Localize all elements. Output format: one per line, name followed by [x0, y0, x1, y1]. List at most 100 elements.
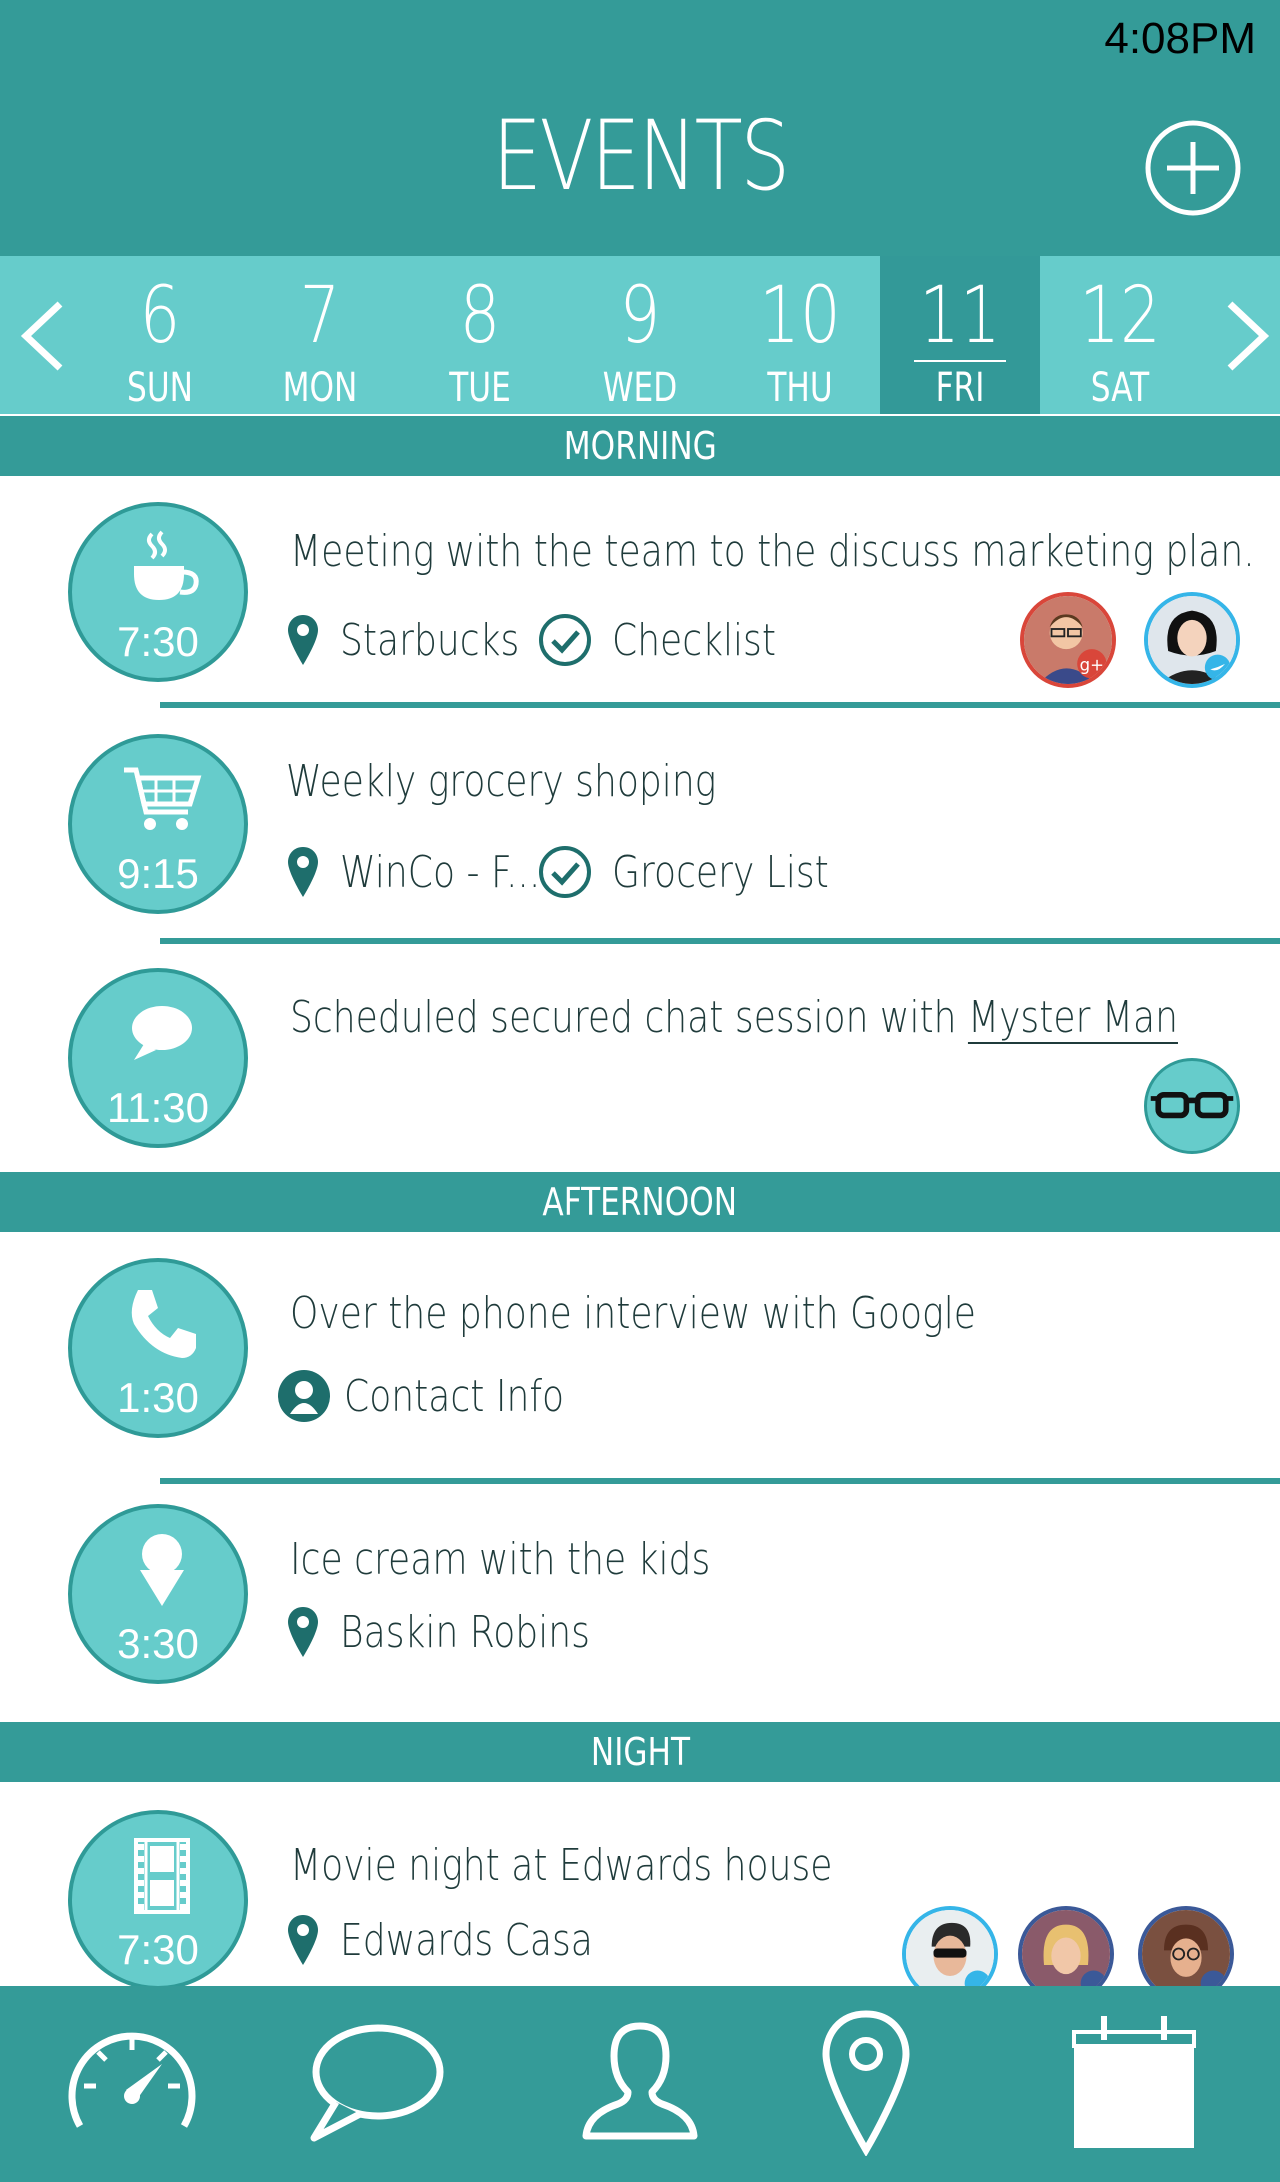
- day-number: 7: [299, 271, 341, 361]
- page-title: EVENTS: [492, 100, 790, 212]
- day-number: 11: [919, 271, 1001, 361]
- event-title: Over the phone interview with Google: [290, 1288, 976, 1339]
- event-row[interactable]: 11:30 Scheduled secured chat session wit…: [0, 942, 1280, 1172]
- event-checklist[interactable]: Grocery List: [538, 842, 876, 902]
- event-time: 7:30: [117, 618, 199, 665]
- map-pin-icon: [288, 615, 318, 665]
- shopping-cart-icon: [124, 767, 202, 830]
- tab-dashboard[interactable]: [52, 2006, 212, 2156]
- tab-contacts[interactable]: [560, 2006, 720, 2156]
- person-avatar-icon: [906, 1910, 994, 1986]
- event-time-badge: 9:15: [68, 734, 248, 914]
- day-number: 9: [619, 271, 661, 361]
- film-strip-icon: [134, 1838, 190, 1914]
- day-sun[interactable]: 6 SUN: [80, 256, 240, 414]
- map-pin-icon: [288, 1915, 318, 1965]
- section-morning: MORNING: [0, 416, 1280, 476]
- day-mon[interactable]: 7 MON: [240, 256, 400, 414]
- day-name: THU: [767, 365, 833, 411]
- event-checklist[interactable]: Checklist: [538, 610, 812, 670]
- event-time-badge: 1:30: [68, 1258, 248, 1438]
- attendee-avatar[interactable]: [1018, 1906, 1114, 1986]
- person-avatar-icon: g+: [1024, 596, 1112, 684]
- location-label: WinCo - F...: [340, 846, 541, 898]
- tab-locations[interactable]: [786, 2006, 946, 2157]
- event-title: Meeting with the team to the discuss mar…: [290, 526, 1255, 577]
- event-time: 1:30: [117, 1374, 199, 1421]
- chevron-left-icon[interactable]: [14, 296, 74, 376]
- map-pin-icon: [288, 847, 318, 897]
- event-time-badge: 7:30: [68, 1810, 248, 1986]
- event-time-badge: 7:30: [68, 502, 248, 682]
- person-icon: [582, 2022, 698, 2140]
- event-row[interactable]: 7:30 Meeting with the team to the discus…: [0, 476, 1280, 708]
- map-pin-icon: [288, 1607, 318, 1657]
- day-wed[interactable]: 9 WED: [560, 256, 720, 414]
- event-row[interactable]: 7:30 Movie night at Edwards house Edward…: [0, 1782, 1280, 1986]
- check-circle-icon: [539, 846, 591, 898]
- check-circle-icon: [539, 614, 591, 666]
- event-time-badge: 11:30: [68, 968, 248, 1148]
- calendar-icon: [1072, 2016, 1196, 2148]
- section-night: NIGHT: [0, 1722, 1280, 1782]
- day-name: SUN: [127, 365, 193, 411]
- person-avatar-icon: [1022, 1910, 1110, 1986]
- day-number: 12: [1079, 271, 1161, 361]
- plus-circle-icon[interactable]: [1143, 118, 1243, 218]
- event-time: 3:30: [117, 1620, 199, 1667]
- event-time: 9:15: [117, 850, 199, 897]
- event-time: 11:30: [107, 1084, 209, 1131]
- day-number: 6: [139, 271, 181, 361]
- event-time-badge: 3:30: [68, 1504, 248, 1684]
- phone-icon: [131, 1290, 196, 1358]
- event-title: Ice cream with the kids: [290, 1534, 711, 1585]
- day-tue[interactable]: 8 TUE: [400, 256, 560, 414]
- day-name: MON: [282, 365, 358, 411]
- contact-link[interactable]: Myster Man: [968, 992, 1178, 1043]
- event-row[interactable]: 1:30 Over the phone interview with Googl…: [0, 1232, 1280, 1484]
- event-location[interactable]: Baskin Robins: [282, 1602, 645, 1662]
- tab-calendar-active[interactable]: [1054, 2006, 1214, 2156]
- selected-underline: [914, 360, 1006, 362]
- svg-text:g+: g+: [1080, 655, 1104, 674]
- section-label: NIGHT: [590, 1730, 690, 1774]
- event-title: Weekly grocery shoping: [286, 756, 717, 807]
- chat-bubble-icon: [132, 1006, 192, 1060]
- date-strip: 6 SUN 7 MON 8 TUE 9 WED 10 THU 11 FRI 12…: [0, 256, 1280, 414]
- day-thu[interactable]: 10 THU: [720, 256, 880, 414]
- attendee-avatar[interactable]: [1144, 592, 1240, 688]
- event-location[interactable]: Starbucks: [282, 610, 559, 670]
- location-label: Starbucks: [340, 614, 520, 666]
- event-row[interactable]: 3:30 Ice cream with the kids Baskin Robi…: [0, 1484, 1280, 1722]
- contact-label: Contact Info: [344, 1370, 565, 1422]
- event-time: 7:30: [117, 1926, 199, 1973]
- person-avatar-icon: [1142, 1910, 1230, 1986]
- section-label: MORNING: [563, 424, 717, 468]
- day-name: FRI: [935, 365, 985, 411]
- checklist-label: Checklist: [612, 614, 776, 666]
- attendee-avatar[interactable]: g+: [1020, 592, 1116, 688]
- event-row[interactable]: 9:15 Weekly grocery shoping WinCo - F...…: [0, 708, 1280, 944]
- attendee-avatar[interactable]: [1144, 1058, 1240, 1154]
- contact-person-icon: [278, 1370, 330, 1422]
- glasses-icon: [1150, 1091, 1234, 1119]
- coffee-cup-icon: [134, 530, 199, 600]
- event-contact[interactable]: Contact Info: [276, 1366, 612, 1426]
- day-sat[interactable]: 12 SAT: [1040, 256, 1200, 414]
- day-name: WED: [602, 365, 678, 411]
- bottom-tab-bar: [0, 1986, 1280, 2182]
- event-location[interactable]: Edwards Casa: [282, 1910, 648, 1970]
- title-text: Scheduled secured chat session with: [290, 992, 968, 1043]
- day-fri-selected[interactable]: 11 FRI: [880, 256, 1040, 414]
- person-avatar-icon: [1148, 596, 1236, 684]
- day-number: 10: [759, 271, 841, 361]
- chevron-right-icon[interactable]: [1216, 296, 1276, 376]
- day-name: TUE: [449, 365, 511, 411]
- chat-icon: [310, 2024, 444, 2142]
- location-label: Baskin Robins: [340, 1606, 590, 1658]
- location-label: Edwards Casa: [340, 1914, 593, 1966]
- attendee-avatar[interactable]: [1138, 1906, 1234, 1986]
- tab-messages[interactable]: [296, 2006, 456, 2156]
- app-header: 4:08PM EVENTS: [0, 0, 1280, 256]
- attendee-avatar[interactable]: [902, 1906, 998, 1986]
